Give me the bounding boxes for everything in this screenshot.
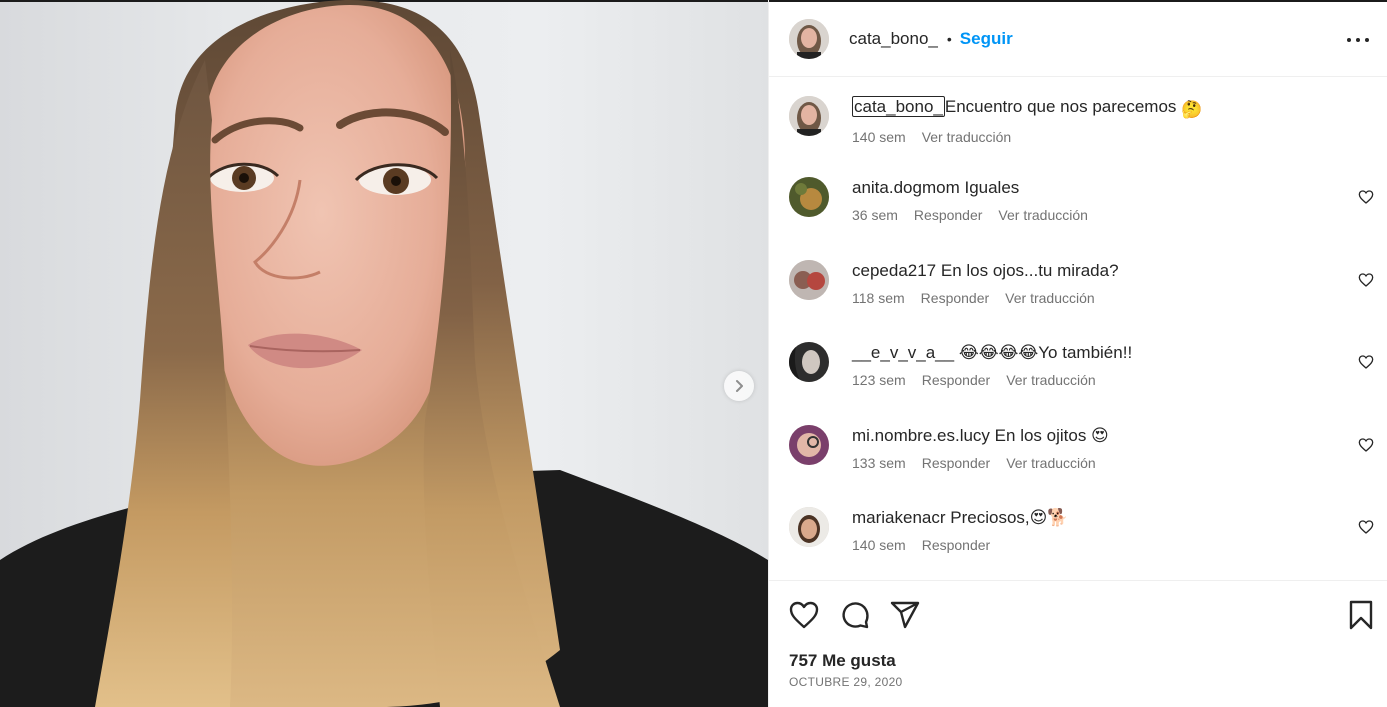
follow-button[interactable]: Seguir [960, 29, 1013, 49]
comment-meta: 133 sem Responder Ver traducción [852, 455, 1342, 471]
commenter-avatar[interactable] [789, 425, 829, 465]
post-actions-bar: 757 Me gusta OCTUBRE 29, 2020 [769, 580, 1387, 707]
post-media [0, 0, 768, 707]
comment-line: anita.dogmom Iguales [852, 177, 1342, 199]
comment-line: cepeda217 En los ojos...tu mirada? [852, 260, 1342, 282]
caption-avatar[interactable] [789, 96, 829, 136]
comment-body: __e_v_v_a__ 😂😂😂😂Yo también!! 123 sem Resp… [852, 342, 1342, 388]
caption-text: Encuentro que nos parecemos [944, 97, 1177, 116]
post-side-panel: cata_bono_ • Seguir cata_bono_ Encuentro… [768, 0, 1387, 707]
caption-avatar-image [789, 96, 829, 136]
comment-age[interactable]: 140 sem [852, 537, 906, 553]
like-comment-heart-icon[interactable] [1358, 354, 1374, 370]
more-options-button[interactable] [1347, 30, 1369, 50]
comment-meta: 36 sem Responder Ver traducción [852, 207, 1342, 223]
reply-button[interactable]: Responder [914, 207, 983, 223]
comment-age[interactable]: 118 sem [852, 290, 905, 306]
comment-text: En los ojitos 😍 [994, 426, 1109, 445]
post-photo [0, 0, 768, 707]
author-username[interactable]: cata_bono_ [849, 29, 938, 49]
caption-username[interactable]: cata_bono_ [852, 96, 945, 117]
comment-meta: 118 sem Responder Ver traducción [852, 290, 1342, 306]
comment-body: anita.dogmom Iguales 36 sem Responder Ver … [852, 177, 1342, 223]
bookmark-icon[interactable] [1345, 599, 1377, 631]
comment-username[interactable]: __e_v_v_a__ [852, 343, 954, 362]
next-image-button[interactable] [724, 371, 754, 401]
separator-dot: • [946, 31, 952, 47]
comment-age[interactable]: 133 sem [852, 455, 906, 471]
chevron-right-icon [736, 380, 743, 392]
comment-text: Preciosos,😍🐕 [950, 508, 1069, 527]
post-header: cata_bono_ • Seguir [769, 2, 1387, 77]
comment-line: mi.nombre.es.lucy En los ojitos 😍 [852, 425, 1342, 447]
reply-button[interactable]: Responder [922, 455, 991, 471]
like-comment-heart-icon[interactable] [1358, 437, 1374, 453]
comment-body: cepeda217 En los ojos...tu mirada? 118 s… [852, 260, 1342, 306]
author-avatar[interactable] [789, 19, 829, 59]
reply-button[interactable]: Responder [922, 372, 991, 388]
caption-translate-button[interactable]: Ver traducción [922, 129, 1012, 145]
post-date: OCTUBRE 29, 2020 [789, 675, 903, 689]
comment-meta: 123 sem Responder Ver traducción [852, 372, 1342, 388]
commenter-avatar-image [789, 177, 829, 217]
like-comment-heart-icon[interactable] [1358, 189, 1374, 205]
commenter-avatar[interactable] [789, 260, 829, 300]
reply-button[interactable]: Responder [922, 537, 991, 553]
more-dot [1356, 38, 1360, 42]
send-icon[interactable] [889, 599, 921, 631]
translate-button[interactable]: Ver traducción [1005, 290, 1095, 306]
commenter-avatar[interactable] [789, 177, 829, 217]
comment-text: Iguales [964, 178, 1020, 197]
translate-button[interactable]: Ver traducción [1006, 372, 1096, 388]
more-horizontal-icon [1347, 38, 1351, 42]
comments-list[interactable]: cata_bono_ Encuentro que nos parecemos 🤔 … [769, 78, 1387, 580]
like-comment-heart-icon[interactable] [1358, 519, 1374, 535]
comment-line: __e_v_v_a__ 😂😂😂😂Yo también!! [852, 342, 1342, 364]
comment-line: mariakenacr Preciosos,😍🐕 [852, 507, 1342, 529]
comment-username[interactable]: cepeda217 [852, 261, 936, 280]
comment-meta: 140 sem Responder [852, 537, 1342, 553]
caption-age[interactable]: 140 sem [852, 129, 906, 145]
reply-button[interactable]: Responder [921, 290, 990, 306]
caption-line: cata_bono_ Encuentro que nos parecemos 🤔 [852, 96, 1342, 121]
comment-age[interactable]: 36 sem [852, 207, 898, 223]
comment-username[interactable]: mariakenacr [852, 508, 946, 527]
comment-username[interactable]: anita.dogmom [852, 178, 960, 197]
commenter-avatar-image [789, 425, 829, 465]
caption-body: cata_bono_ Encuentro que nos parecemos 🤔 … [852, 96, 1342, 145]
likes-count[interactable]: 757 Me gusta [789, 651, 896, 671]
comment-body: mariakenacr Preciosos,😍🐕 140 sem Responde… [852, 507, 1342, 553]
comment-text: En los ojos...tu mirada? [940, 261, 1119, 280]
comment-age[interactable]: 123 sem [852, 372, 906, 388]
caption-meta: 140 sem Ver traducción [852, 129, 1342, 145]
comment-body: mi.nombre.es.lucy En los ojitos 😍 133 se… [852, 425, 1342, 471]
comment-icon[interactable] [839, 599, 871, 631]
commenter-avatar-image [789, 507, 829, 547]
thinking-emoji: 🤔 [1181, 100, 1203, 119]
instagram-post-view: cata_bono_ • Seguir cata_bono_ Encuentro… [0, 0, 1387, 707]
heart-icon[interactable] [788, 599, 820, 631]
translate-button[interactable]: Ver traducción [1006, 455, 1096, 471]
commenter-avatar-image [789, 342, 829, 382]
comment-username[interactable]: mi.nombre.es.lucy [852, 426, 990, 445]
commenter-avatar[interactable] [789, 507, 829, 547]
more-dot [1365, 38, 1369, 42]
commenter-avatar-image [789, 260, 829, 300]
author-avatar-image [789, 19, 829, 59]
commenter-avatar[interactable] [789, 342, 829, 382]
comment-text: 😂😂😂😂Yo también!! [958, 343, 1133, 362]
translate-button[interactable]: Ver traducción [998, 207, 1088, 223]
like-comment-heart-icon[interactable] [1358, 272, 1374, 288]
